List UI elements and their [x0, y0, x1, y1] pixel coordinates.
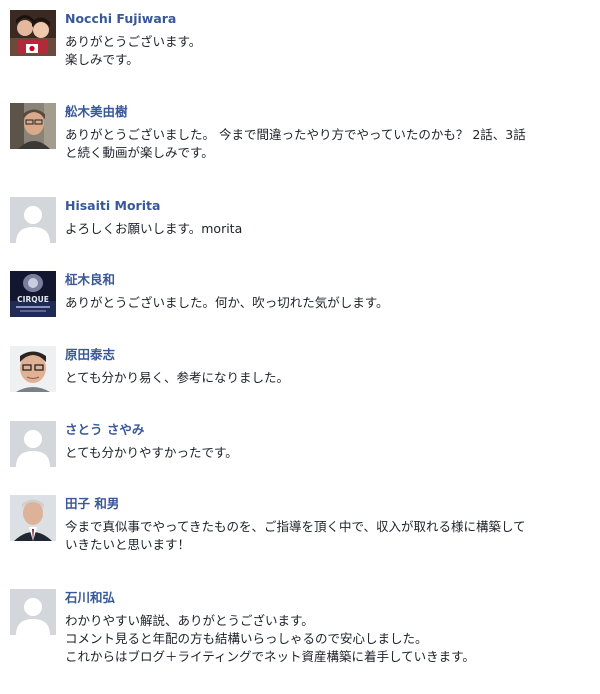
comment-text: ありがとうございました。 今まで間違ったやり方でやっていたのかも？ 2話、3話 … — [65, 126, 590, 162]
comment-author[interactable]: 原田泰志 — [65, 347, 115, 363]
avatar[interactable] — [10, 421, 56, 467]
comment-text-line: よろしくお願いします。morita — [65, 221, 243, 236]
comment-author[interactable]: 石川和弘 — [65, 590, 115, 606]
comment-text-line: わかりやすい解説、ありがとうございます。 — [65, 613, 314, 628]
avatar[interactable] — [10, 495, 56, 541]
comment-text-line: とても分かりやすかったです。 — [65, 445, 238, 460]
avatar[interactable] — [10, 346, 56, 392]
default-avatar-silhouette-icon — [10, 589, 56, 635]
avatar[interactable] — [10, 10, 56, 56]
comment-text-line: 今まで真似事でやってきたものを、ご指導を頂く中で、収入が取れる様に構築して — [65, 519, 526, 534]
photo-avatar-mother-child-flag-icon — [10, 10, 56, 56]
comment-author[interactable]: 柾木良和 — [65, 272, 115, 288]
avatar[interactable]: CIRQUE — [10, 271, 56, 317]
comment-text-line: とても分かり易く、参考になりました。 — [65, 370, 290, 385]
comment-text-line: ありがとうございました。 今まで間違ったやり方でやっていたのかも？ 2話、3話 — [65, 127, 526, 142]
avatar[interactable] — [10, 197, 56, 243]
comment-text: ありがとうございます。 楽しみです。 — [65, 33, 590, 69]
photo-avatar-cirque-icon: CIRQUE — [10, 271, 56, 317]
photo-avatar-man-suit-icon — [10, 495, 56, 541]
photo-avatar-man-glasses-icon — [10, 103, 56, 149]
comment-text-line: いきたいと思います！ — [65, 537, 191, 552]
comment-author[interactable]: 田子 和男 — [65, 496, 119, 512]
comment-text: ありがとうございました。何か、吹っ切れた気がします。 — [65, 294, 590, 312]
avatar[interactable] — [10, 589, 56, 635]
comment-text-line: と続く動画が楽しみです。 — [65, 145, 214, 160]
default-avatar-silhouette-icon — [10, 421, 56, 467]
avatar[interactable] — [10, 103, 56, 149]
comment-text-line: 楽しみです。 — [65, 52, 139, 67]
comment-text: 今まで真似事でやってきたものを、ご指導を頂く中で、収入が取れる様に構築して いき… — [65, 518, 590, 554]
comment-text-line: ありがとうございました。何か、吹っ切れた気がします。 — [65, 295, 389, 310]
comment-author[interactable]: Hisaiti Morita — [65, 198, 160, 214]
comment-text-line: コメント見ると年配の方も結構いらっしゃるので安心しました。 — [65, 631, 428, 646]
photo-avatar-man-glasses-icon — [10, 346, 56, 392]
comment-text: とても分かりやすかったです。 — [65, 444, 590, 462]
comment-text-line: これからはブログ＋ライティングでネット資産構築に着手していきます。 — [65, 649, 475, 664]
comment-author[interactable]: さとう さやみ — [65, 422, 144, 438]
comment-text: とても分かり易く、参考になりました。 — [65, 369, 590, 387]
comment-author[interactable]: Nocchi Fujiwara — [65, 11, 176, 27]
comment-author[interactable]: 舩木美由樹 — [65, 104, 128, 120]
comment-text: わかりやすい解説、ありがとうございます。 コメント見ると年配の方も結構いらっしゃ… — [65, 612, 590, 666]
default-avatar-silhouette-icon — [10, 197, 56, 243]
cirque-logo-text: CIRQUE — [17, 295, 49, 304]
comment-text-line: ありがとうございます。 — [65, 34, 202, 49]
comment-text: よろしくお願いします。morita — [65, 220, 590, 238]
